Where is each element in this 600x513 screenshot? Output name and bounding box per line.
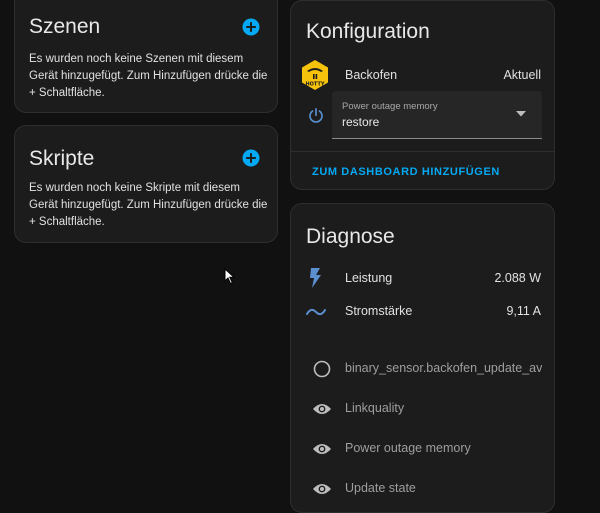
scripts-card: Skripte Es wurden noch keine Skripte mit…	[14, 125, 278, 243]
scripts-title: Skripte	[29, 147, 95, 170]
diagnose-title: Diagnose	[306, 225, 395, 248]
eye-icon	[313, 404, 331, 414]
sensor-value-current: 9,11 A	[506, 304, 541, 318]
config-card: Konfiguration HOTTY Backofen Aktuell Pow…	[290, 0, 555, 190]
device-status: Aktuell	[503, 68, 541, 82]
hidden-entity-power-outage-memory[interactable]: Power outage memory	[345, 441, 471, 455]
select-label: Power outage memory	[342, 101, 438, 112]
flash-icon	[310, 268, 321, 288]
power-icon	[309, 108, 323, 123]
add-to-dashboard-button[interactable]: ZUM DASHBOARD HINZUFÜGEN	[312, 166, 500, 178]
scripts-empty-text: Es wurden noch keine Skripte mit diesem …	[29, 182, 268, 228]
eye-icon	[313, 484, 331, 494]
config-title: Konfiguration	[306, 20, 430, 43]
select-value: restore	[342, 115, 380, 129]
scenes-card: Szenen Es wurden noch keine Szenen mit d…	[14, 0, 278, 113]
sensor-value-power: 2.088 W	[494, 271, 541, 285]
scenes-empty-text: Es wurden noch keine Szenen mit diesem G…	[29, 53, 268, 99]
hotty-logo-text: HOTTY	[306, 82, 325, 88]
diagnose-card: Diagnose Leistung 2.088 W Stromstärke 9,…	[290, 203, 555, 513]
add-scene-button[interactable]	[241, 17, 261, 37]
device-name: Backofen	[345, 68, 398, 82]
power-outage-memory-select[interactable]: Power outage memory restore	[332, 91, 542, 139]
config-divider	[291, 151, 554, 152]
caret-down-icon	[516, 111, 526, 117]
sensor-label-power[interactable]: Leistung	[345, 271, 392, 285]
hidden-entity-linkquality[interactable]: Linkquality	[345, 401, 404, 415]
hidden-entity-update-state[interactable]: Update state	[345, 481, 416, 495]
circle-outline-icon	[313, 360, 331, 378]
eye-icon	[313, 444, 331, 454]
scenes-title: Szenen	[29, 15, 101, 38]
sensor-label-current[interactable]: Stromstärke	[345, 304, 412, 318]
mouse-cursor-icon	[224, 268, 236, 285]
add-script-button[interactable]	[241, 148, 261, 168]
current-ac-icon	[306, 308, 326, 316]
hotty-logo-icon: HOTTY	[302, 60, 328, 90]
hidden-entity-update-available[interactable]: binary_sensor.backofen_update_avai	[345, 361, 542, 375]
